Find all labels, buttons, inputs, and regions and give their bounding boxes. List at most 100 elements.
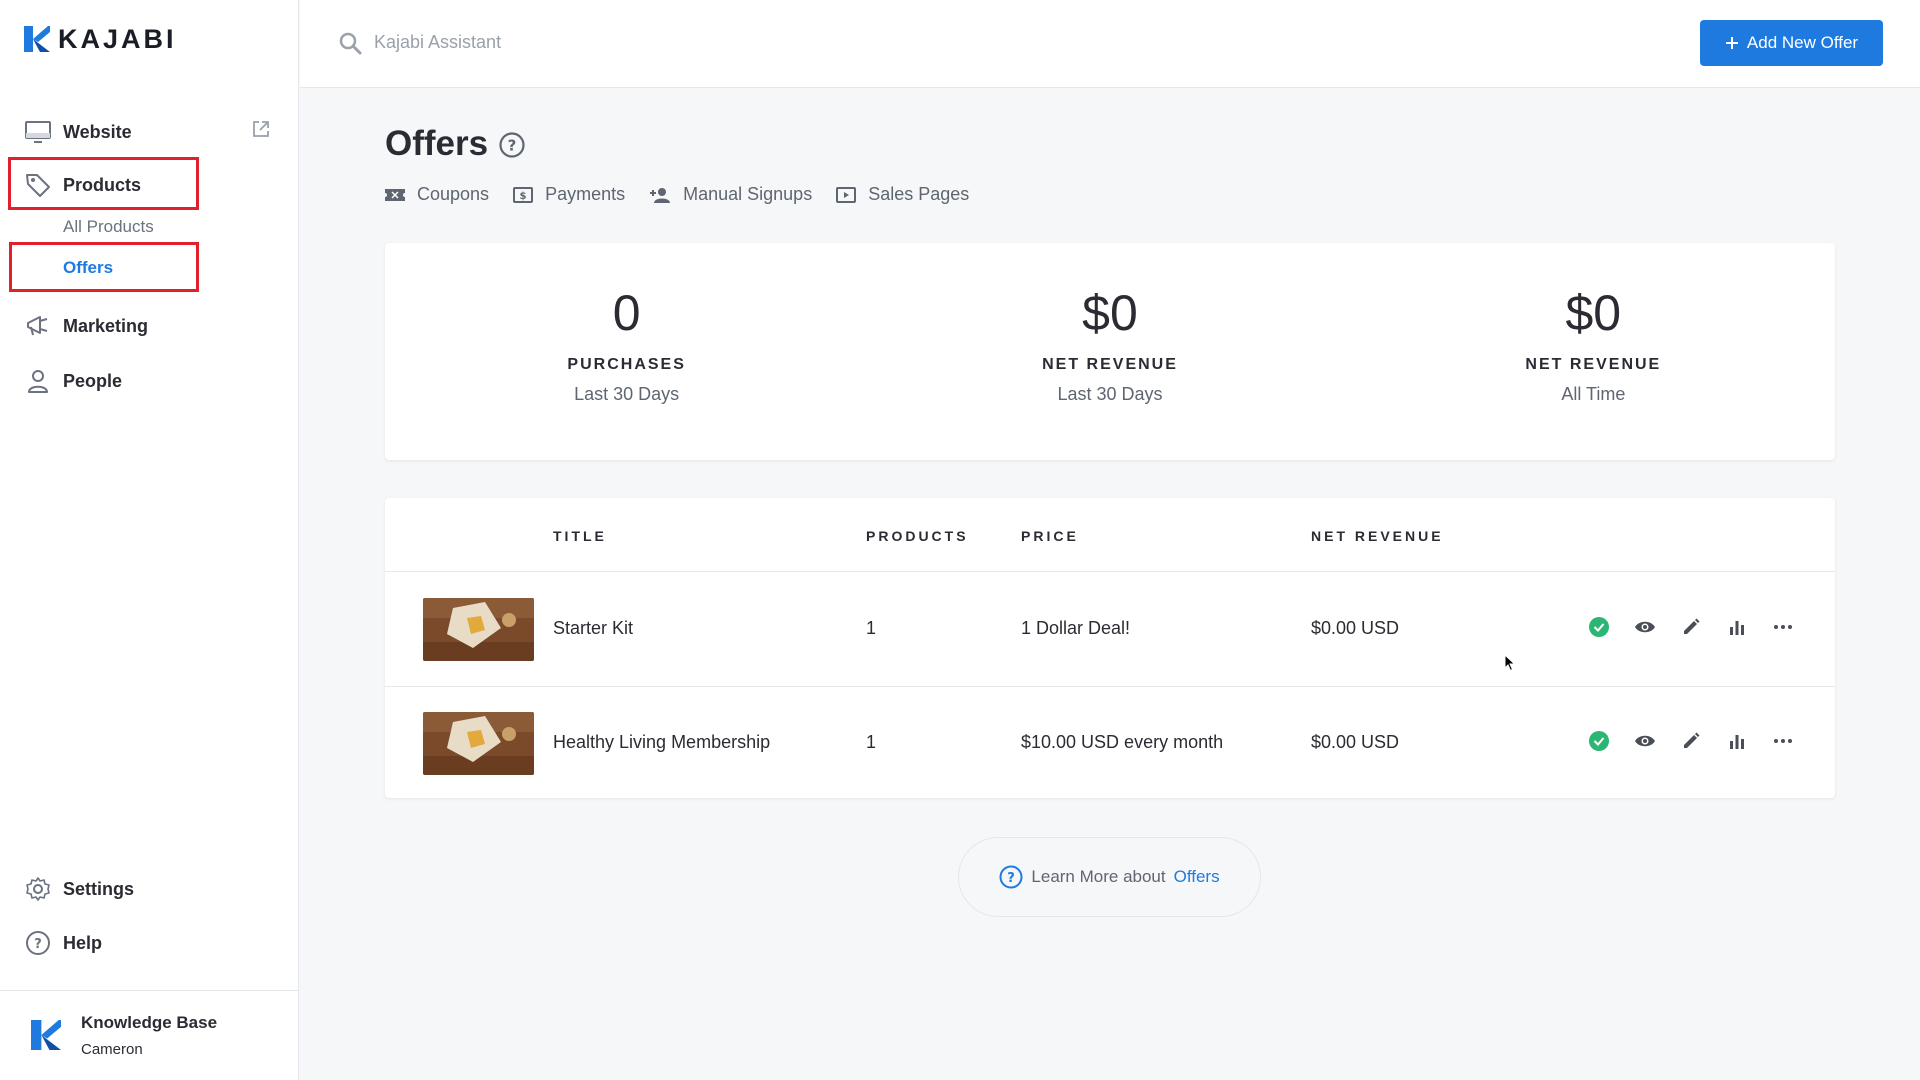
- subnav-payments[interactable]: $ Payments: [513, 184, 625, 205]
- sidebar-item-label: Marketing: [63, 315, 149, 336]
- table-row[interactable]: Starter Kit 1 1 Dollar Deal! $0.00 USD: [385, 573, 1835, 686]
- eye-icon[interactable]: [1634, 616, 1656, 638]
- bar-chart-icon[interactable]: [1726, 616, 1748, 638]
- offer-thumbnail[interactable]: [423, 598, 534, 661]
- add-person-icon: [650, 187, 671, 203]
- offer-title[interactable]: Healthy Living Membership: [553, 732, 770, 753]
- sidebar-item-label: Website: [63, 121, 132, 142]
- svg-text:?: ?: [34, 937, 42, 952]
- megaphone-icon: [24, 312, 52, 340]
- stat-net-revenue-30-days: $0 NET REVENUE Last 30 Days: [868, 243, 1351, 460]
- subnav-coupons[interactable]: Coupons: [385, 184, 489, 205]
- gear-icon: [24, 875, 52, 903]
- column-header-net-revenue[interactable]: NET REVENUE: [1311, 528, 1444, 544]
- sidebar-item-marketing[interactable]: Marketing: [24, 311, 148, 341]
- question-circle-icon: ?: [24, 929, 52, 957]
- stat-period: Last 30 Days: [1057, 384, 1163, 404]
- logo-text: KAJABI: [58, 23, 177, 54]
- sidebar-item-people[interactable]: People: [24, 366, 122, 396]
- column-header-products[interactable]: PRODUCTS: [866, 528, 969, 544]
- offer-price: $10.00 USD every month: [1021, 732, 1224, 752]
- stat-label: NET REVENUE: [1525, 356, 1662, 373]
- subnav-label: Sales Pages: [868, 184, 970, 204]
- page-title: Offers: [385, 124, 489, 163]
- learn-more-prefix: Learn More about: [1031, 867, 1166, 886]
- sidebar-item-label: Products: [63, 174, 142, 195]
- stat-label: NET REVENUE: [1042, 356, 1178, 373]
- sidebar-item-website[interactable]: Website: [24, 117, 132, 147]
- offer-products-count: 1: [866, 732, 877, 752]
- sidebar-subitem-all-products[interactable]: All Products: [63, 217, 154, 237]
- stat-value: $0: [1565, 285, 1622, 341]
- mouse-cursor-icon: [1504, 654, 1516, 672]
- topbar: Add New Offer: [300, 0, 1920, 88]
- pencil-icon[interactable]: [1680, 730, 1702, 752]
- stat-value: 0: [612, 285, 641, 341]
- svg-text:$: $: [520, 191, 527, 202]
- published-check-icon[interactable]: [1588, 730, 1610, 752]
- knowledge-base-footer[interactable]: Knowledge Base Cameron: [0, 990, 299, 1080]
- subnav-label: Coupons: [417, 184, 490, 204]
- sidebar-item-label: Settings: [63, 878, 135, 899]
- subnav-sales-pages[interactable]: Sales Pages: [836, 184, 969, 205]
- stats-card: 0 PURCHASES Last 30 Days $0 NET REVENUE …: [385, 243, 1835, 460]
- sidebar-item-settings[interactable]: Settings: [24, 874, 134, 904]
- person-icon: [24, 367, 52, 395]
- tag-icon: [24, 171, 52, 199]
- offers-subnav: Coupons $ Payments Manual Signups Sales …: [385, 184, 969, 205]
- offer-net-revenue: $0.00 USD: [1311, 618, 1400, 638]
- table-row[interactable]: Healthy Living Membership 1 $10.00 USD e…: [385, 686, 1835, 799]
- published-check-icon[interactable]: [1588, 616, 1610, 638]
- kajabi-k-icon: [24, 26, 50, 52]
- more-options-icon[interactable]: [1772, 730, 1794, 752]
- offer-net-revenue: $0.00 USD: [1311, 732, 1400, 752]
- column-header-price[interactable]: PRICE: [1021, 528, 1079, 544]
- offers-table: TITLE PRODUCTS PRICE NET REVENUE Starter…: [385, 498, 1835, 798]
- sidebar: KAJABI Website Products All Products Off…: [0, 0, 299, 1080]
- stat-period: All Time: [1561, 384, 1626, 404]
- question-circle-icon: ?: [999, 865, 1023, 889]
- offer-products-count: 1: [866, 618, 877, 638]
- search-icon: [338, 31, 362, 60]
- row-actions: [1588, 730, 1794, 752]
- subnav-label: Payments: [545, 184, 626, 204]
- sidebar-item-products[interactable]: Products: [24, 170, 141, 200]
- kajabi-k-icon: [31, 1020, 61, 1050]
- pencil-icon[interactable]: [1680, 616, 1702, 638]
- knowledge-base-title: Knowledge Base: [81, 1013, 218, 1032]
- monitor-icon: [24, 118, 52, 146]
- learn-more-offers-link[interactable]: ? Learn More about Offers: [958, 837, 1261, 917]
- sidebar-item-help[interactable]: ? Help: [24, 928, 102, 958]
- subnav-label: Manual Signups: [683, 184, 813, 204]
- stat-label: PURCHASES: [567, 356, 686, 373]
- eye-icon[interactable]: [1634, 730, 1656, 752]
- svg-text:?: ?: [1008, 871, 1016, 886]
- external-link-icon[interactable]: [251, 119, 273, 141]
- row-actions: [1588, 616, 1794, 638]
- learn-more-link[interactable]: Offers: [1174, 867, 1220, 887]
- kajabi-logo[interactable]: KAJABI: [24, 24, 177, 54]
- table-header: TITLE PRODUCTS PRICE NET REVENUE: [385, 498, 1835, 572]
- add-new-offer-label: Add New Offer: [1746, 33, 1859, 52]
- offer-thumbnail[interactable]: [423, 712, 534, 775]
- search-input[interactable]: [374, 26, 874, 58]
- sidebar-item-label: Help: [63, 932, 103, 953]
- bar-chart-icon[interactable]: [1726, 730, 1748, 752]
- money-icon: $: [513, 186, 534, 203]
- stat-period: Last 30 Days: [574, 384, 680, 404]
- add-new-offer-button[interactable]: Add New Offer: [1700, 20, 1883, 66]
- video-page-icon: [836, 186, 857, 203]
- offer-title[interactable]: Starter Kit: [553, 618, 633, 639]
- column-header-title[interactable]: TITLE: [553, 528, 607, 544]
- more-options-icon[interactable]: [1772, 616, 1794, 638]
- plus-icon: [1725, 37, 1738, 49]
- sidebar-item-label: People: [63, 370, 123, 391]
- stat-net-revenue-all-time: $0 NET REVENUE All Time: [1352, 243, 1835, 460]
- sidebar-subitem-offers[interactable]: Offers: [63, 258, 113, 278]
- ticket-icon: [385, 188, 405, 201]
- subnav-manual-signups[interactable]: Manual Signups: [649, 184, 812, 205]
- help-circle-icon[interactable]: ?: [498, 131, 526, 159]
- stat-value: $0: [1082, 285, 1138, 341]
- account-name: Cameron: [81, 1041, 143, 1058]
- svg-text:?: ?: [508, 137, 517, 155]
